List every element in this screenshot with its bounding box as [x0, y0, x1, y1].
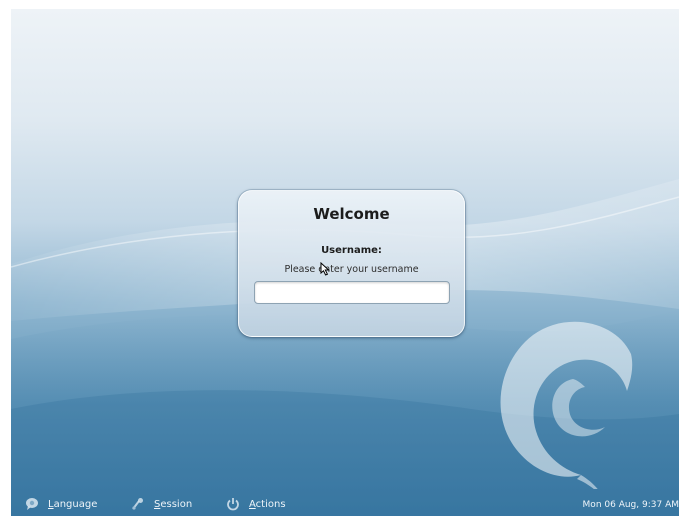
username-input[interactable] [254, 281, 450, 304]
power-icon [227, 498, 239, 511]
login-screen: Welcome Username: Please enter your user… [11, 9, 679, 516]
welcome-title: Welcome [313, 205, 390, 223]
clock: Mon 06 Aug, 9:37 AM [582, 500, 679, 510]
username-label: Username: [321, 245, 382, 256]
username-hint: Please enter your username [284, 264, 419, 275]
debian-swirl-logo [500, 321, 633, 489]
session-label: Session [154, 498, 193, 510]
login-dialog: Welcome Username: Please enter your user… [238, 190, 465, 337]
session-menu-button[interactable]: Session [131, 496, 192, 512]
mouse-pointer-icon [320, 262, 330, 276]
actions-label: Actions [249, 498, 286, 510]
language-menu-button[interactable]: Language [25, 496, 97, 512]
language-label: Language [48, 498, 98, 510]
speech-bubble-icon [26, 498, 38, 510]
bottom-panel: Language Session Actions Mon 06 Aug, 9:3… [11, 491, 679, 516]
actions-menu-button[interactable]: Actions [226, 496, 286, 512]
session-icon [132, 498, 143, 510]
